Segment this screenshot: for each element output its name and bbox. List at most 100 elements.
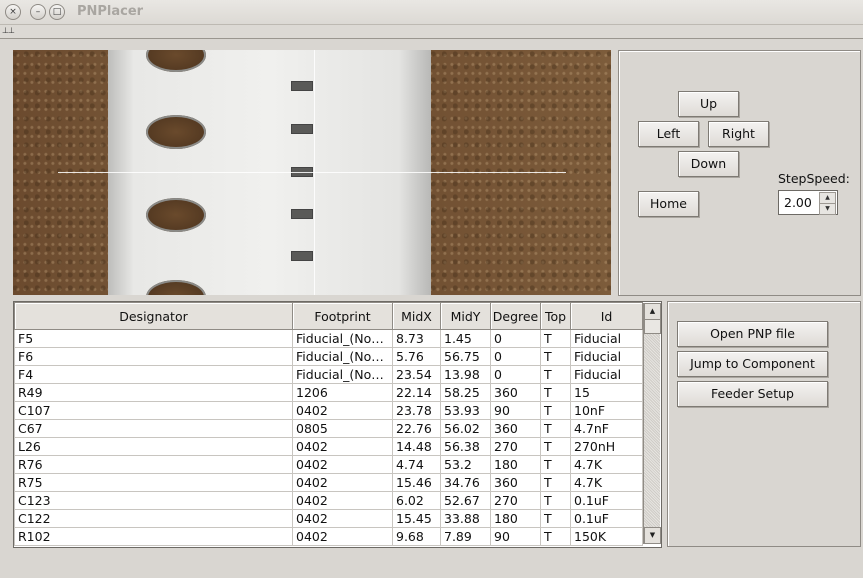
- table-cell: 23.78: [392, 401, 441, 420]
- table-cell: 22.76: [392, 419, 441, 438]
- table-cell: 0402: [292, 401, 393, 420]
- column-header-id[interactable]: Id: [570, 302, 643, 330]
- close-icon[interactable]: ×: [5, 4, 21, 20]
- component-table[interactable]: Designator Footprint MidX MidY Degree Top Id F…: [13, 301, 662, 548]
- table-cell: Fiducial_(No_...: [292, 365, 393, 384]
- table-cell: 0.1uF: [570, 491, 643, 510]
- table-cell: 0: [490, 347, 541, 366]
- table-cell: 56.75: [440, 347, 491, 366]
- left-button[interactable]: Left: [638, 121, 699, 147]
- table-row[interactable]: C122 0402 15.45 33.88 180 T 0.1uF: [14, 509, 643, 528]
- table-row[interactable]: F4 Fiducial_(No_... 23.54 13.98 0 T Fiducial: [14, 365, 643, 384]
- table-cell: T: [540, 401, 571, 420]
- column-header-midx[interactable]: MidX: [392, 302, 441, 330]
- table-cell: L26: [14, 437, 293, 456]
- table-cell: C122: [14, 509, 293, 528]
- up-button[interactable]: Up: [678, 91, 739, 117]
- table-cell: 56.02: [440, 419, 491, 438]
- column-header-top[interactable]: Top: [540, 302, 571, 330]
- table-cell: 4.7K: [570, 455, 643, 474]
- table-row[interactable]: F6 Fiducial_(No_... 5.76 56.75 0 T Fiducial: [14, 347, 643, 366]
- column-header-footprint[interactable]: Footprint: [292, 302, 393, 330]
- table-row[interactable]: C123 0402 6.02 52.67 270 T 0.1uF: [14, 491, 643, 510]
- camera-view[interactable]: [13, 50, 611, 295]
- crosshair-vertical: [314, 50, 315, 295]
- table-cell: 150K: [570, 527, 643, 546]
- table-cell: 360: [490, 383, 541, 402]
- step-speed-label: StepSpeed:: [778, 171, 850, 186]
- table-row[interactable]: R102 0402 9.68 7.89 90 T 150K: [14, 527, 643, 546]
- column-header-degree[interactable]: Degree: [490, 302, 541, 330]
- table-cell: 6.02: [392, 491, 441, 510]
- table-cell: T: [540, 473, 571, 492]
- component-pocket: [291, 124, 313, 134]
- step-speed-spinbox[interactable]: 2.00 ▲ ▼: [778, 190, 838, 215]
- jump-to-component-button[interactable]: Jump to Component: [677, 351, 828, 377]
- table-cell: 22.14: [392, 383, 441, 402]
- table-row[interactable]: C67 0805 22.76 56.02 360 T 4.7nF: [14, 419, 643, 438]
- table-cell: 270: [490, 437, 541, 456]
- table-cell: 7.89: [440, 527, 491, 546]
- table-cell: 10nF: [570, 401, 643, 420]
- table-cell: Fiducial_(No_...: [292, 347, 393, 366]
- table-cell: 1.45: [440, 329, 491, 348]
- table-row[interactable]: R75 0402 15.46 34.76 360 T 4.7K: [14, 473, 643, 492]
- table-cell: 0402: [292, 491, 393, 510]
- table-row[interactable]: R76 0402 4.74 53.2 180 T 4.7K: [14, 455, 643, 474]
- maximize-icon[interactable]: □: [49, 4, 65, 20]
- feeder-setup-button[interactable]: Feeder Setup: [677, 381, 828, 407]
- minimize-icon[interactable]: –: [30, 4, 46, 20]
- column-header-designator[interactable]: Designator: [14, 302, 293, 330]
- table-cell: 0805: [292, 419, 393, 438]
- table-cell: 0: [490, 329, 541, 348]
- table-cell: 0402: [292, 527, 393, 546]
- table-cell: T: [540, 365, 571, 384]
- table-cell: Fiducial_(No_...: [292, 329, 393, 348]
- component-pocket: [291, 251, 313, 261]
- table-cell: C107: [14, 401, 293, 420]
- open-pnp-file-button[interactable]: Open PNP file: [677, 321, 828, 347]
- table-cell: R75: [14, 473, 293, 492]
- table-cell: 52.67: [440, 491, 491, 510]
- table-cell: F4: [14, 365, 293, 384]
- scroll-thumb[interactable]: [644, 319, 661, 334]
- table-cell: T: [540, 437, 571, 456]
- table-cell: T: [540, 455, 571, 474]
- tearoff-icon[interactable]: ⊥: [8, 26, 15, 36]
- table-cell: 0: [490, 365, 541, 384]
- right-button[interactable]: Right: [708, 121, 769, 147]
- sprocket-hole: [146, 115, 206, 149]
- down-button[interactable]: Down: [678, 151, 739, 177]
- spin-down-icon[interactable]: ▼: [819, 203, 836, 215]
- table-cell: T: [540, 329, 571, 348]
- table-cell: 180: [490, 455, 541, 474]
- table-cell: T: [540, 509, 571, 528]
- table-scrollbar[interactable]: ▲ ▼: [643, 303, 661, 544]
- scroll-down-icon[interactable]: ▼: [644, 527, 661, 544]
- table-cell: 15.45: [392, 509, 441, 528]
- title-bar: × – □ PNPlacer: [0, 0, 863, 25]
- table-cell: 33.88: [440, 509, 491, 528]
- menu-bar: ⊥ ⊥: [0, 25, 863, 39]
- table-row[interactable]: L26 0402 14.48 56.38 270 T 270nH: [14, 437, 643, 456]
- home-button[interactable]: Home: [638, 191, 699, 217]
- table-cell: 34.76: [440, 473, 491, 492]
- table-row[interactable]: F5 Fiducial_(No_... 8.73 1.45 0 T Fiducial: [14, 329, 643, 348]
- table-cell: 0402: [292, 455, 393, 474]
- table-row[interactable]: R49 1206 22.14 58.25 360 T 15: [14, 383, 643, 402]
- table-cell: C67: [14, 419, 293, 438]
- scroll-up-icon[interactable]: ▲: [644, 303, 661, 320]
- table-cell: 58.25: [440, 383, 491, 402]
- step-speed-value: 2.00: [784, 195, 812, 210]
- component-pocket: [291, 209, 313, 219]
- table-cell: 90: [490, 401, 541, 420]
- table-cell: 1206: [292, 383, 393, 402]
- table-cell: 0.1uF: [570, 509, 643, 528]
- table-cell: 13.98: [440, 365, 491, 384]
- table-row[interactable]: C107 0402 23.78 53.93 90 T 10nF: [14, 401, 643, 420]
- table-cell: 15.46: [392, 473, 441, 492]
- column-header-midy[interactable]: MidY: [440, 302, 491, 330]
- table-cell: 56.38: [440, 437, 491, 456]
- table-cell: 360: [490, 473, 541, 492]
- table-cell: 14.48: [392, 437, 441, 456]
